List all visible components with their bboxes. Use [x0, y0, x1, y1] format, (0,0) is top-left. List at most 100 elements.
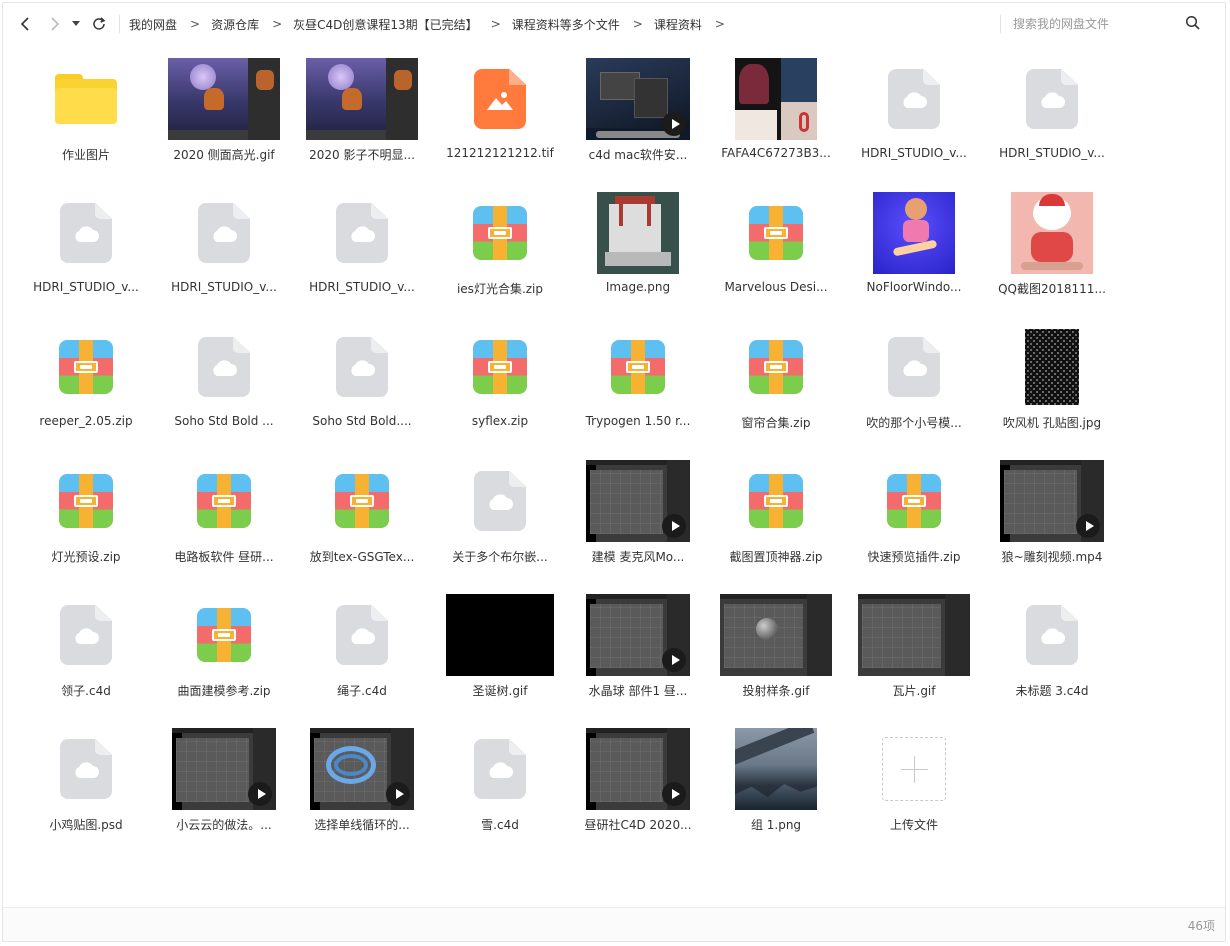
file-item[interactable]: reeper_2.05.zip	[17, 313, 155, 447]
file-item[interactable]: 放到tex-GSGTex...	[293, 447, 431, 581]
toolbar: 我的网盘 > 资源仓库 > 灰昼C4D创意课程13期【已完结】 > 课程资料等多…	[3, 3, 1225, 45]
file-item[interactable]: FAFA4C67273B3...	[707, 45, 845, 179]
file-item[interactable]: 组 1.png	[707, 715, 845, 849]
file-item[interactable]: 昼研社C4D 2020...	[569, 715, 707, 849]
file-name: 关于多个布尔嵌...	[452, 550, 548, 564]
file-item[interactable]: 关于多个布尔嵌...	[431, 447, 569, 581]
file-thumbnail	[983, 593, 1121, 677]
video-thumbnail	[586, 594, 690, 676]
file-name: 瓦片.gif	[892, 684, 936, 698]
file-item[interactable]: Soho Std Bold ...	[155, 313, 293, 447]
file-name: 未标题 3.c4d	[1015, 684, 1089, 698]
breadcrumb-item[interactable]: 我的网盘	[129, 16, 177, 33]
file-item[interactable]: ies灯光合集.zip	[431, 179, 569, 313]
refresh-button[interactable]	[89, 13, 109, 35]
cloud-file-icon	[1026, 605, 1078, 665]
file-thumbnail	[155, 325, 293, 409]
video-thumbnail	[586, 460, 690, 542]
video-thumbnail	[1000, 460, 1104, 542]
breadcrumb-item[interactable]: 课程资料等多个文件	[512, 16, 620, 33]
file-item[interactable]: HDRI_STUDIO_v...	[17, 179, 155, 313]
file-item[interactable]: HDRI_STUDIO_v...	[293, 179, 431, 313]
file-item[interactable]: QQ截图2018111...	[983, 179, 1121, 313]
file-item[interactable]: 2020 侧面高光.gif	[155, 45, 293, 179]
file-item[interactable]: 小鸡贴图.psd	[17, 715, 155, 849]
play-icon	[248, 782, 272, 806]
file-item[interactable]: 吹风机 孔贴图.jpg	[983, 313, 1121, 447]
forward-button[interactable]	[45, 13, 65, 35]
cloud-file-icon	[198, 203, 250, 263]
file-name: HDRI_STUDIO_v...	[861, 146, 967, 160]
history-dropdown[interactable]	[69, 13, 83, 35]
file-name: 组 1.png	[750, 818, 802, 832]
file-item[interactable]: HDRI_STUDIO_v...	[845, 45, 983, 179]
back-button[interactable]	[15, 13, 35, 35]
file-item[interactable]: 雪.c4d	[431, 715, 569, 849]
file-thumbnail	[293, 727, 431, 811]
thumbnail-image	[1025, 329, 1079, 405]
file-item[interactable]: 121212121212.tif	[431, 45, 569, 179]
file-item[interactable]: 曲面建模参考.zip	[155, 581, 293, 715]
file-thumbnail	[707, 325, 845, 409]
file-item[interactable]: 未标题 3.c4d	[983, 581, 1121, 715]
play-icon	[662, 648, 686, 672]
chevron-left-icon	[20, 17, 29, 31]
zip-archive-icon	[473, 340, 527, 394]
file-item[interactable]: Marvelous Desi...	[707, 179, 845, 313]
file-name: Image.png	[605, 280, 671, 294]
file-item[interactable]: 快速预览插件.zip	[845, 447, 983, 581]
netdisk-window: 我的网盘 > 资源仓库 > 灰昼C4D创意课程13期【已完结】 > 课程资料等多…	[2, 2, 1226, 942]
file-item[interactable]: HDRI_STUDIO_v...	[155, 179, 293, 313]
file-item[interactable]: syflex.zip	[431, 313, 569, 447]
file-thumbnail	[983, 459, 1121, 543]
file-name: 2020 侧面高光.gif	[173, 148, 275, 162]
file-item[interactable]: 吹的那个小号模...	[845, 313, 983, 447]
file-item[interactable]: 圣诞树.gif	[431, 581, 569, 715]
zip-archive-icon	[335, 474, 389, 528]
file-item[interactable]: 领子.c4d	[17, 581, 155, 715]
file-item[interactable]: c4d mac软件安...	[569, 45, 707, 179]
search-input[interactable]	[1013, 14, 1173, 34]
upload-tile[interactable]: 上传文件	[845, 715, 983, 849]
file-item[interactable]: NoFloorWindo...	[845, 179, 983, 313]
mountain-icon	[487, 92, 513, 110]
breadcrumb-item[interactable]: 课程资料	[654, 16, 702, 33]
breadcrumb-dropdown-icon[interactable]: >	[715, 17, 725, 31]
breadcrumb-item[interactable]: 灰昼C4D创意课程13期【已完结】	[293, 16, 478, 33]
file-item[interactable]: 投射样条.gif	[707, 581, 845, 715]
file-thumbnail	[155, 727, 293, 811]
file-item[interactable]: 窗帘合集.zip	[707, 313, 845, 447]
cloud-icon	[351, 360, 375, 376]
file-item[interactable]: 2020 影子不明显...	[293, 45, 431, 179]
file-name: 小鸡贴图.psd	[49, 818, 123, 832]
upload-plus-icon[interactable]	[882, 737, 946, 801]
video-thumbnail	[172, 728, 276, 810]
search-button[interactable]	[1185, 15, 1203, 33]
file-name: 快速预览插件.zip	[867, 550, 961, 564]
file-item[interactable]: HDRI_STUDIO_v...	[983, 45, 1121, 179]
file-item[interactable]: Trypogen 1.50 r...	[569, 313, 707, 447]
file-item[interactable]: 瓦片.gif	[845, 581, 983, 715]
file-thumbnail	[845, 459, 983, 543]
file-item[interactable]: 选择单线循环的...	[293, 715, 431, 849]
video-thumbnail	[586, 728, 690, 810]
file-item[interactable]: 狼~雕刻视频.mp4	[983, 447, 1121, 581]
folder-item[interactable]: 作业图片	[17, 45, 155, 179]
file-item[interactable]: 灯光预设.zip	[17, 447, 155, 581]
file-thumbnail	[17, 325, 155, 409]
file-item[interactable]: 建模 麦克风Mo...	[569, 447, 707, 581]
cloud-icon	[213, 360, 237, 376]
play-icon	[386, 782, 410, 806]
file-name: 建模 麦克风Mo...	[591, 550, 685, 564]
file-item[interactable]: 小云云的做法。...	[155, 715, 293, 849]
file-thumbnail	[293, 593, 431, 677]
file-item[interactable]: 水晶球 部件1 昼...	[569, 581, 707, 715]
file-item[interactable]: 电路板软件 昼研...	[155, 447, 293, 581]
breadcrumb-item[interactable]: 资源仓库	[211, 16, 259, 33]
cloud-icon	[903, 360, 927, 376]
file-item[interactable]: 截图置顶神器.zip	[707, 447, 845, 581]
file-item[interactable]: Soho Std Bold....	[293, 313, 431, 447]
image-file-icon	[474, 69, 526, 129]
file-item[interactable]: 绳子.c4d	[293, 581, 431, 715]
file-item[interactable]: Image.png	[569, 179, 707, 313]
